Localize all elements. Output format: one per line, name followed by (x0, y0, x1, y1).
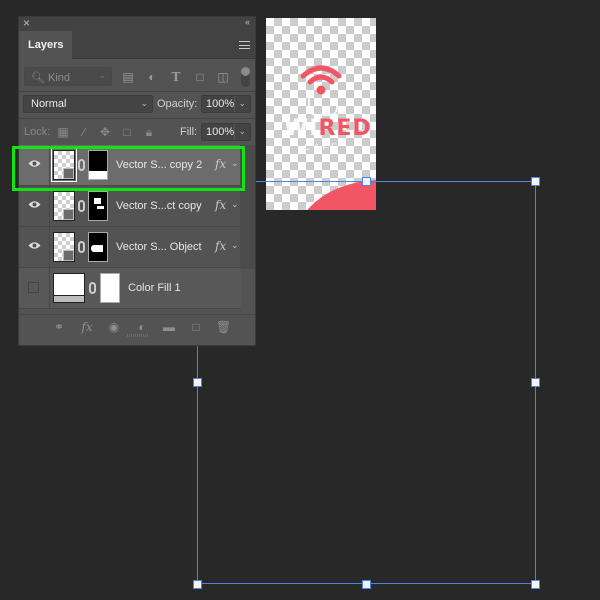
divider (234, 124, 235, 140)
panel-menu-icon[interactable] (239, 41, 250, 49)
lock-position-icon[interactable]: ✥ (99, 126, 111, 138)
link-icon[interactable] (78, 241, 85, 253)
type-filter-icon[interactable]: T (170, 71, 182, 83)
divider (49, 268, 50, 308)
opacity-input[interactable]: 100% ⌄ (201, 95, 251, 113)
fx-icon[interactable]: fx (215, 198, 226, 212)
chevron-down-icon: ⌄ (140, 98, 148, 108)
opacity-label: Opacity: (157, 98, 198, 110)
new-group-icon[interactable]: ▬ (162, 320, 176, 334)
transform-handle-bottom-center[interactable] (362, 580, 371, 589)
fill-value: 100% (206, 126, 235, 138)
add-mask-icon[interactable]: ◉ (107, 320, 121, 334)
adjustment-filter-icon[interactable]: ◐ (146, 71, 158, 83)
layer-row[interactable]: Vector S... Object fx ⌄ (19, 227, 241, 268)
cup-graphic (308, 98, 338, 116)
new-layer-icon[interactable]: □ (189, 320, 203, 334)
chevron-down-icon[interactable]: ⌄ (238, 98, 246, 109)
divider (49, 186, 50, 226)
blend-mode-value: Normal (31, 98, 67, 110)
layer-name[interactable]: Vector S...ct copy (116, 200, 202, 212)
logo-text: WIRED (284, 116, 372, 141)
panel-titlebar: × ‹‹ (19, 16, 255, 31)
layer-name[interactable]: Vector S... Object (116, 241, 202, 253)
smart-object-icon (63, 250, 74, 261)
logo-text-white: WI (284, 116, 319, 141)
filter-toggle[interactable] (241, 67, 250, 87)
layer-row[interactable]: Vector S...ct copy fx ⌄ (19, 186, 241, 227)
resize-grip[interactable] (127, 334, 149, 337)
transform-handle-top-center[interactable] (362, 177, 371, 186)
logo-text-red: RED (318, 116, 372, 141)
filter-kind-label: Kind (48, 72, 71, 84)
divider (49, 227, 50, 267)
filter-kind-dropdown[interactable]: 🔍︎ Kind ⌄ (24, 67, 112, 86)
layer-mask-thumbnail[interactable] (88, 232, 108, 262)
transform-handle-middle-left[interactable] (193, 378, 202, 387)
fx-icon[interactable]: fx (80, 320, 94, 334)
fill-input[interactable]: 100% ⌄ (201, 123, 251, 141)
chevron-down-icon[interactable]: ⌄ (231, 240, 239, 251)
delete-layer-icon[interactable]: 🗑︎ (216, 320, 231, 334)
close-icon[interactable]: × (23, 16, 30, 30)
lock-label: Lock: (24, 126, 51, 138)
layer-row[interactable]: Color Fill 1 (19, 268, 241, 309)
eye-icon[interactable] (28, 200, 41, 209)
panel-tab-row: Layers (19, 31, 255, 60)
chevron-down-icon[interactable]: ⌄ (231, 199, 239, 210)
divider (19, 91, 255, 92)
logo-subtext: CAFE (304, 142, 341, 152)
layer-name[interactable]: Color Fill 1 (128, 282, 181, 294)
eye-icon[interactable] (28, 241, 41, 250)
lock-all-icon[interactable]: 🔒︎ (143, 126, 155, 138)
lock-transparent-pixels-icon[interactable]: ▦ (57, 126, 69, 138)
divider (234, 96, 235, 112)
adjustment-layer-icon[interactable]: ◐ (135, 320, 149, 334)
blend-mode-dropdown[interactable]: Normal ⌄ (23, 95, 153, 113)
opacity-value: 100% (206, 98, 235, 110)
photoshop-workspace: WIRED CAFE × ‹‹ Layers 🔍︎ Kind ⌄ ▤ ◐ T □… (0, 0, 600, 600)
divider (19, 118, 255, 119)
layer-mask-thumbnail[interactable] (88, 191, 108, 221)
document-canvas[interactable]: WIRED CAFE (266, 18, 376, 210)
transform-handle-top-right[interactable] (531, 177, 540, 186)
smart-object-icon (63, 209, 74, 220)
chevron-down-icon: ⌄ (98, 70, 106, 80)
wifi-logo-icon (300, 65, 342, 95)
link-icon[interactable] (78, 200, 85, 212)
lock-row: Lock: ▦ ∕ ✥ □ 🔒︎ Fill: 100% ⌄ (19, 123, 255, 143)
lock-artboard-icon[interactable]: □ (121, 126, 133, 138)
link-layers-icon[interactable]: ⚭ (52, 320, 66, 334)
shape-filter-icon[interactable]: □ (194, 71, 206, 83)
link-icon[interactable] (89, 282, 96, 294)
transform-handle-middle-right[interactable] (531, 378, 540, 387)
tab-layers[interactable]: Layers (19, 31, 72, 60)
blend-row: Normal ⌄ Opacity: 100% ⌄ (19, 95, 255, 115)
image-filter-icon[interactable]: ▤ (122, 71, 134, 83)
collapse-icon[interactable]: ‹‹ (245, 17, 250, 27)
selected-layer-highlight (12, 146, 245, 191)
smart-object-filter-icon[interactable]: ◫ (217, 71, 229, 83)
visibility-toggle[interactable] (28, 282, 39, 293)
panel-bottom-bar: ⚭ fx ◉ ◐ ▬ □ 🗑︎ (19, 314, 255, 338)
lock-image-pixels-icon[interactable]: ∕ (78, 126, 90, 138)
transform-handle-bottom-left[interactable] (193, 580, 202, 589)
layer-mask-thumbnail[interactable] (100, 273, 120, 303)
transform-handle-bottom-right[interactable] (531, 580, 540, 589)
layer-thumbnail[interactable] (53, 232, 75, 262)
filter-row: 🔍︎ Kind ⌄ ▤ ◐ T □ ◫ (19, 67, 255, 89)
search-icon: 🔍︎ (31, 72, 45, 84)
layer-thumbnail[interactable] (53, 191, 75, 221)
chevron-down-icon[interactable]: ⌄ (238, 126, 246, 137)
fill-label: Fill: (180, 126, 198, 138)
fill-thumbnail[interactable] (53, 273, 85, 303)
fx-icon[interactable]: fx (215, 239, 226, 253)
